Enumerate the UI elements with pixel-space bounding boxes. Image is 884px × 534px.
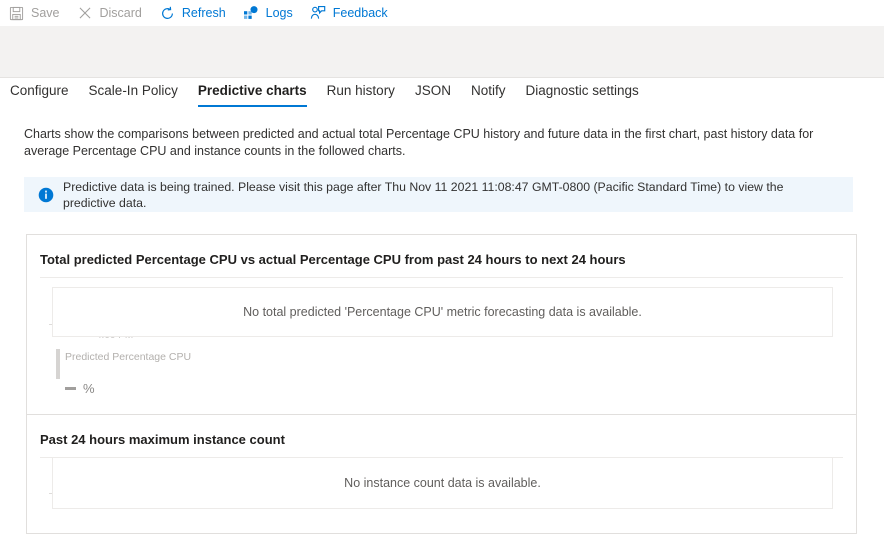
discard-button[interactable]: Discard xyxy=(69,0,151,26)
refresh-icon xyxy=(159,5,176,22)
save-button[interactable]: Save xyxy=(0,0,69,26)
card-divider xyxy=(40,277,843,278)
command-bar: Save Discard Refresh Logs Feedback xyxy=(0,0,884,26)
predicted-cpu-empty-message: No total predicted 'Percentage CPU' metr… xyxy=(243,305,642,319)
info-banner: Predictive data is being trained. Please… xyxy=(24,177,853,212)
refresh-label: Refresh xyxy=(181,5,226,20)
ghost-legend-accent-bar xyxy=(56,349,60,379)
tab-label: Configure xyxy=(10,83,69,98)
refresh-button[interactable]: Refresh xyxy=(151,0,235,26)
tab-diagnostic-settings[interactable]: Diagnostic settings xyxy=(515,80,648,110)
discard-icon xyxy=(77,5,94,22)
info-banner-text: Predictive data is being trained. Please… xyxy=(63,179,784,210)
discard-label: Discard xyxy=(99,5,142,20)
tab-label: Run history xyxy=(326,83,395,98)
feedback-label: Feedback xyxy=(332,5,388,20)
logs-button[interactable]: Logs xyxy=(235,0,302,26)
logs-label: Logs xyxy=(265,5,293,20)
tab-label: Notify xyxy=(470,83,506,98)
logs-icon xyxy=(243,5,260,22)
instance-count-empty-state: No instance count data is available. xyxy=(52,457,833,509)
instance-count-empty-message: No instance count data is available. xyxy=(344,476,541,490)
tab-label: Predictive charts xyxy=(197,83,307,98)
predicted-cpu-empty-state: No total predicted 'Percentage CPU' metr… xyxy=(52,287,833,337)
ghost-legend-unit: % xyxy=(83,381,95,396)
page-description: Charts show the comparisons between pred… xyxy=(24,127,814,158)
tab-scale-in-policy[interactable]: Scale-In Policy xyxy=(79,80,188,110)
content-separator-strip xyxy=(0,26,884,78)
save-icon xyxy=(8,5,25,22)
tab-configure[interactable]: Configure xyxy=(0,80,79,110)
tab-predictive-charts[interactable]: Predictive charts xyxy=(188,80,317,110)
info-icon xyxy=(38,187,54,203)
instance-count-chart-card: Past 24 hours maximum instance count No … xyxy=(26,414,857,534)
save-label: Save xyxy=(31,5,60,20)
tab-label: JSON xyxy=(414,83,451,98)
ghost-legend-title: Predicted Percentage CPU xyxy=(65,351,192,363)
tab-label: Diagnostic settings xyxy=(525,83,639,98)
tab-notify[interactable]: Notify xyxy=(461,80,516,110)
feedback-icon xyxy=(310,5,327,22)
predicted-cpu-chart-card: Total predicted Percentage CPU vs actual… xyxy=(26,234,857,415)
instance-count-card-title: Past 24 hours maximum instance count xyxy=(40,432,285,447)
tab-json[interactable]: JSON xyxy=(405,80,461,110)
pivot-tabs: Configure Scale-In Policy Predictive cha… xyxy=(0,80,884,114)
ghost-legend-value: % xyxy=(65,381,95,396)
ghost-legend-dash-icon xyxy=(65,387,76,390)
tab-label: Scale-In Policy xyxy=(88,83,178,98)
tab-run-history[interactable]: Run history xyxy=(317,80,405,110)
feedback-button[interactable]: Feedback xyxy=(302,0,397,26)
predicted-cpu-card-title: Total predicted Percentage CPU vs actual… xyxy=(40,252,626,267)
